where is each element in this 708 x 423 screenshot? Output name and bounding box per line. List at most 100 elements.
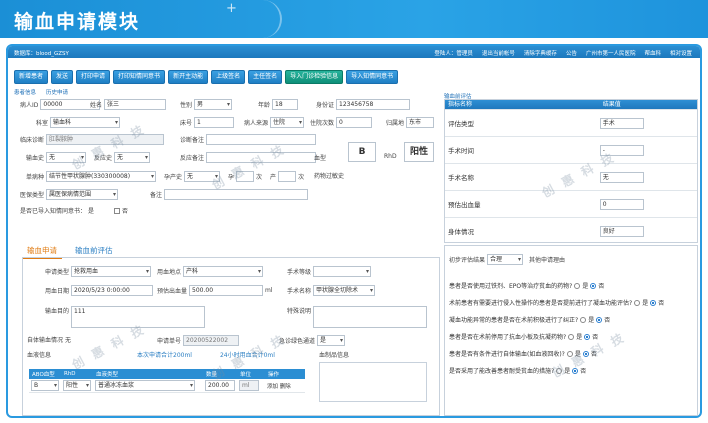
blood-msg-box[interactable] (319, 362, 427, 402)
radio-no[interactable] (590, 282, 597, 289)
row-abo-select[interactable]: B (31, 380, 59, 391)
result-value-header: 结果值 (602, 101, 621, 108)
age-input[interactable]: 18 (272, 99, 299, 110)
apply-total: 本次申请合计200ml (137, 352, 192, 359)
radio-no[interactable] (650, 299, 657, 306)
name-input[interactable]: 张三 (104, 99, 167, 110)
radio-yes[interactable] (568, 333, 575, 340)
eval-result-label: 初步评估结果 (449, 257, 486, 264)
new-patient-button[interactable]: 新增患者 (14, 70, 49, 84)
radio-no[interactable] (584, 333, 591, 340)
sex-label: 性别 (180, 102, 193, 109)
row-value[interactable]: - (599, 144, 644, 156)
op-level-select[interactable] (313, 266, 372, 277)
preg-times-label: 次 (256, 174, 263, 181)
abo-header: ABO血型 (29, 369, 61, 379)
eval-result-select[interactable]: 合理 (487, 254, 524, 265)
row-purpose: 输血目的 111 (45, 306, 206, 328)
consent-no-label: 否 (122, 208, 129, 215)
idcard-input[interactable]: 123456758 (336, 99, 411, 110)
tab-patient-info[interactable]: 患者信息 (14, 88, 36, 96)
date-input[interactable]: 2020/5/23 0:00:00 (71, 285, 154, 296)
top-link-dept[interactable]: 帮血科 (644, 49, 661, 57)
radio-yes[interactable] (556, 367, 563, 374)
radio-yes[interactable] (566, 350, 573, 357)
question-text: 患者是否使用过铁剂、EPO等治疗贫血的药物? (449, 283, 573, 290)
sex-select[interactable]: 男 (194, 99, 233, 110)
radio-yes[interactable] (634, 299, 641, 306)
radio-yes[interactable] (580, 316, 587, 323)
radio-no[interactable] (582, 350, 589, 357)
times-label: 住院次数 (310, 120, 335, 127)
row-blood-type-select[interactable]: 普通冰冻血浆 (95, 380, 195, 391)
row-value[interactable]: 良好 (599, 225, 644, 237)
director-sign-button[interactable]: 主任签名 (248, 70, 283, 84)
region-input[interactable]: 东市 (406, 117, 435, 128)
pregnancy-select[interactable]: 无 (184, 171, 221, 182)
top-link-cache[interactable]: 清除字典缓存 (524, 49, 557, 57)
print-apply-button[interactable]: 打印申请 (76, 70, 111, 84)
row-unit: ml (239, 380, 259, 391)
row-patient-id: 病人ID 00000 (20, 99, 101, 110)
preg-count-input[interactable] (236, 171, 255, 182)
row-name: 姓名 张三 (90, 99, 167, 110)
history-select[interactable]: 无 (46, 152, 87, 163)
birth-count-input[interactable] (278, 171, 297, 182)
apply-type-select[interactable]: 抢救用血 (71, 266, 152, 277)
row-bed: 床号 1 (180, 117, 235, 128)
radio-no[interactable] (572, 367, 579, 374)
diag-note-input[interactable] (206, 134, 317, 145)
row-value[interactable]: 手术 (599, 117, 644, 129)
reaction-note-input[interactable] (206, 152, 317, 163)
reaction-note-label: 反应备注 (180, 155, 205, 162)
diagnosis-input[interactable]: 肛裂脓肿 (46, 134, 165, 145)
place-select[interactable]: 产科 (183, 266, 264, 277)
disease-select[interactable]: 结节性甲状腺肿(330300008) (46, 171, 157, 182)
top-link-hospital[interactable]: 广州市第一人民医院 (586, 49, 636, 57)
new-function-button[interactable]: 新开主动能 (168, 70, 209, 84)
apply-no-label: 申请单号 (157, 338, 182, 345)
indicator-name-header: 指标名称 (448, 101, 473, 108)
top-link-notice[interactable]: 公告 (566, 49, 577, 57)
radio-no[interactable] (596, 316, 603, 323)
question-5: 患者是否有条件进行自体输血(如血液回收)? 是 否 (449, 349, 597, 358)
row-ops[interactable]: 添加 删除 (265, 379, 305, 393)
superior-sign-button[interactable]: 上级签名 (211, 70, 246, 84)
tab-history[interactable]: 历史申请 (46, 88, 68, 96)
consent-label: 是否已导入知情同意书： (20, 208, 87, 215)
birth-times-label: 次 (298, 174, 305, 181)
row-history: 输血史 无 (26, 152, 87, 163)
blood-type-select[interactable]: B (348, 142, 376, 162)
remark-input[interactable] (164, 189, 309, 200)
op-name-select[interactable]: 甲状腺全切除术 (313, 285, 376, 296)
row-type: 归属地 东市 (386, 117, 435, 128)
radio-yes[interactable] (574, 282, 581, 289)
volume-unit: ml (265, 287, 273, 294)
table-row: 预估出血量 0 (445, 190, 697, 217)
reaction-select[interactable]: 无 (114, 152, 151, 163)
rhd-select[interactable]: 阳性 (404, 142, 434, 162)
consent-checkbox[interactable] (114, 207, 121, 214)
print-consent-button[interactable]: 打印知情同意书 (113, 70, 166, 84)
row-rhd-select[interactable]: 阳性 (63, 380, 91, 391)
times-input[interactable]: 0 (336, 117, 373, 128)
purpose-input[interactable]: 111 (71, 306, 206, 328)
top-link-logout[interactable]: 退出当前帐号 (482, 49, 515, 57)
dept-select[interactable]: 输血科 (50, 117, 121, 128)
row-qty-input[interactable]: 200.00 (205, 380, 235, 391)
special-input[interactable] (313, 306, 428, 328)
green-channel-select[interactable]: 是 (317, 335, 346, 346)
volume-input[interactable]: 500.00 (189, 285, 264, 296)
bed-input[interactable]: 1 (194, 117, 235, 128)
send-button[interactable]: 发送 (51, 70, 74, 84)
yes-label: 是 (574, 351, 581, 358)
import-lab-button[interactable]: 导入门诊检验信息 (285, 70, 344, 84)
row-value[interactable]: 无 (599, 171, 644, 183)
import-consent-button[interactable]: 导入知情同意书 (346, 70, 399, 84)
row-value[interactable]: 0 (599, 198, 644, 210)
insurance-select[interactable]: 属医保病情范围 (46, 189, 119, 200)
source-select[interactable]: 住院 (270, 117, 305, 128)
top-link-settings[interactable]: 相对设置 (670, 49, 692, 57)
row-blood-msg: 血制品信息 (319, 350, 349, 359)
source-label: 病人来源 (244, 120, 269, 127)
